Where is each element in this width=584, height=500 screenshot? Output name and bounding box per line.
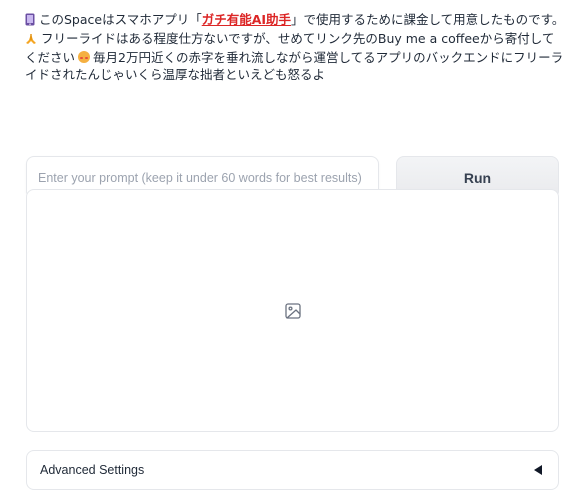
output-image-panel [26, 189, 559, 432]
image-placeholder-icon [284, 302, 302, 320]
notice-line-2-text-2: 毎月2万円近くの赤字を垂れ流しながら運営してるアプリのバックエンドにフリーライド… [25, 50, 564, 82]
space-notice: このSpaceはスマホアプリ「ガチ有能AI助手」で使用するために課金して用意した… [25, 11, 565, 83]
advanced-settings-accordion[interactable]: Advanced Settings [26, 450, 559, 490]
blush-emoji-icon [78, 51, 91, 63]
caret-left-icon[interactable] [534, 465, 542, 475]
app-link[interactable]: ガチ有能AI助手 [202, 12, 291, 27]
advanced-settings-label: Advanced Settings [40, 463, 145, 477]
notice-line-1: このSpaceはスマホアプリ「ガチ有能AI助手」で使用するために課金して用意した… [25, 11, 565, 30]
pray-icon [25, 32, 37, 49]
notice-line-1-prefix: このSpaceはスマホアプリ「 [39, 12, 202, 27]
notice-line-1-suffix: 」で使用するために課金して用意したものです。 [291, 12, 565, 27]
notice-line-2: フリーライドはある程度仕方ないですが、せめてリンク先のBuy me a coff… [25, 30, 565, 83]
smartphone-icon [25, 13, 35, 30]
